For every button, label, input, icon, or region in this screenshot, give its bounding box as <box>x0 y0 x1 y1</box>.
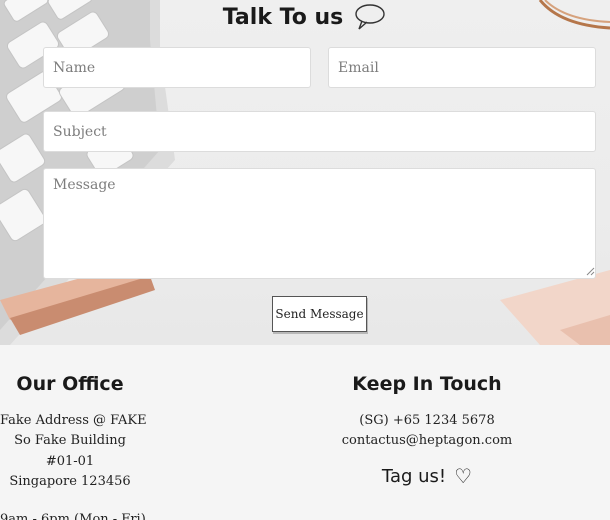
speech-bubble-icon <box>355 4 385 30</box>
office-address-line: So Fake Building <box>14 433 126 448</box>
footer: Our Office Fake Address @ FAKE So Fake B… <box>0 345 610 520</box>
tag-us-text: Tag us! <box>381 465 447 487</box>
form-title-text: Talk To us <box>222 4 344 30</box>
office-title: Our Office <box>16 373 124 395</box>
tag-us: Tag us! ♡ <box>327 464 527 488</box>
office-address-line: #01-01 <box>45 454 95 469</box>
message-textarea[interactable] <box>43 168 596 279</box>
form-title: Talk To us <box>0 2 610 32</box>
office-address-line: Fake Address @ FAKE <box>0 413 147 428</box>
name-input[interactable] <box>43 47 311 88</box>
email-input[interactable] <box>328 47 596 88</box>
contact-section: Talk To us Send Message <box>0 0 610 345</box>
phone-number: (SG) +65 1234 5678 <box>359 413 495 428</box>
subject-input[interactable] <box>43 111 596 152</box>
office-address-line: Singapore 123456 <box>9 474 131 489</box>
keep-in-touch-title: Keep In Touch <box>352 373 502 395</box>
send-message-button[interactable]: Send Message <box>272 296 367 332</box>
contact-email-link[interactable]: contactus@heptagon.com <box>327 433 527 448</box>
heart-icon: ♡ <box>454 464 473 488</box>
office-hours: 9am - 6pm (Mon - Fri) <box>0 512 146 520</box>
resize-handle-icon[interactable] <box>585 266 595 276</box>
